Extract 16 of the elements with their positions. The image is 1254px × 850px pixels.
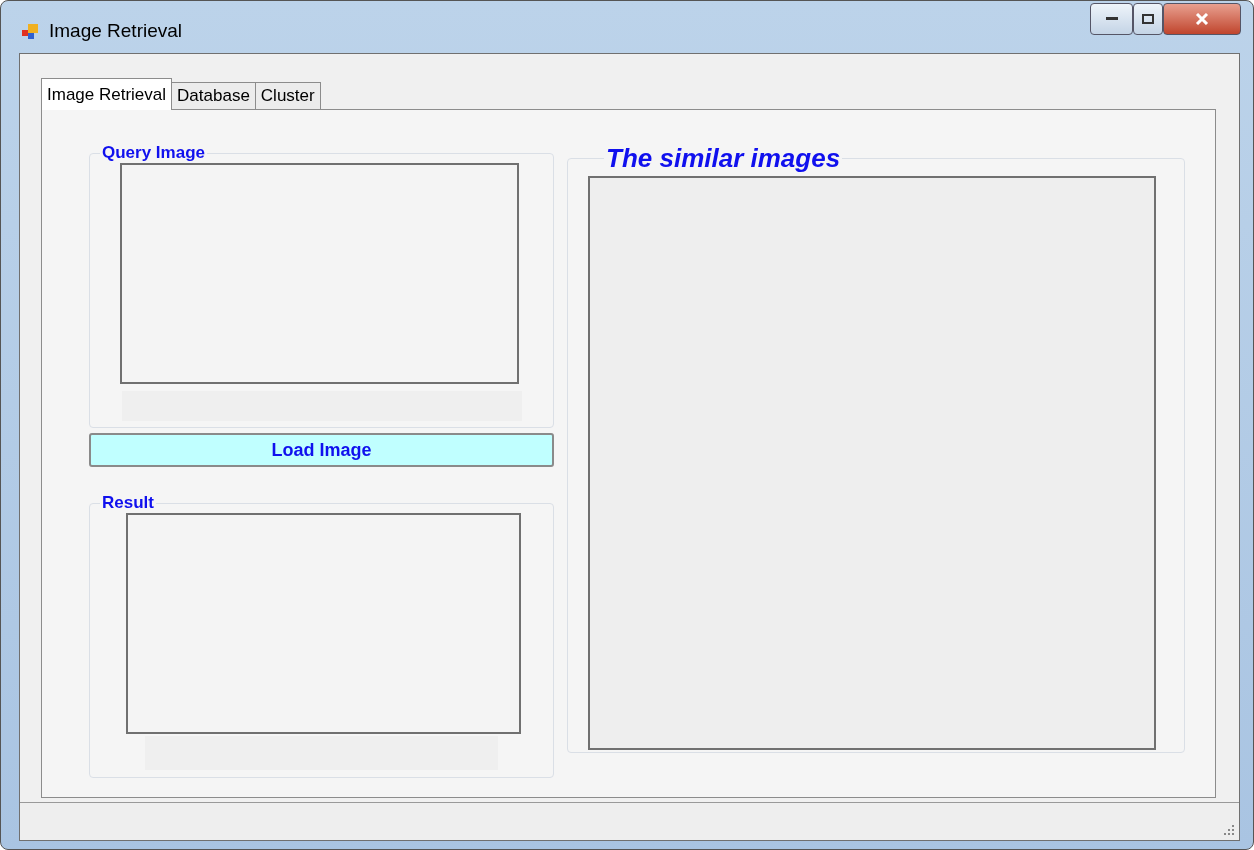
maximize-button[interactable] [1133, 3, 1163, 35]
minimize-button[interactable] [1090, 3, 1133, 35]
tab[interactable]: Database [171, 82, 256, 110]
group-title: Result [101, 493, 155, 513]
maximize-icon [1142, 14, 1154, 24]
window-title: Image Retrieval [49, 20, 183, 42]
app-icon [21, 22, 39, 40]
tab[interactable]: Cluster [254, 82, 321, 110]
close-button[interactable] [1163, 3, 1241, 35]
load-image-button[interactable]: Load Image [89, 433, 554, 467]
close-icon [1195, 13, 1209, 25]
tab[interactable]: Image Retrieval [41, 78, 173, 110]
group-title: The similar images [605, 143, 842, 174]
minimize-icon [1105, 17, 1118, 21]
group-title: Query Image [101, 143, 206, 163]
resize-grip-icon[interactable] [1223, 824, 1235, 836]
